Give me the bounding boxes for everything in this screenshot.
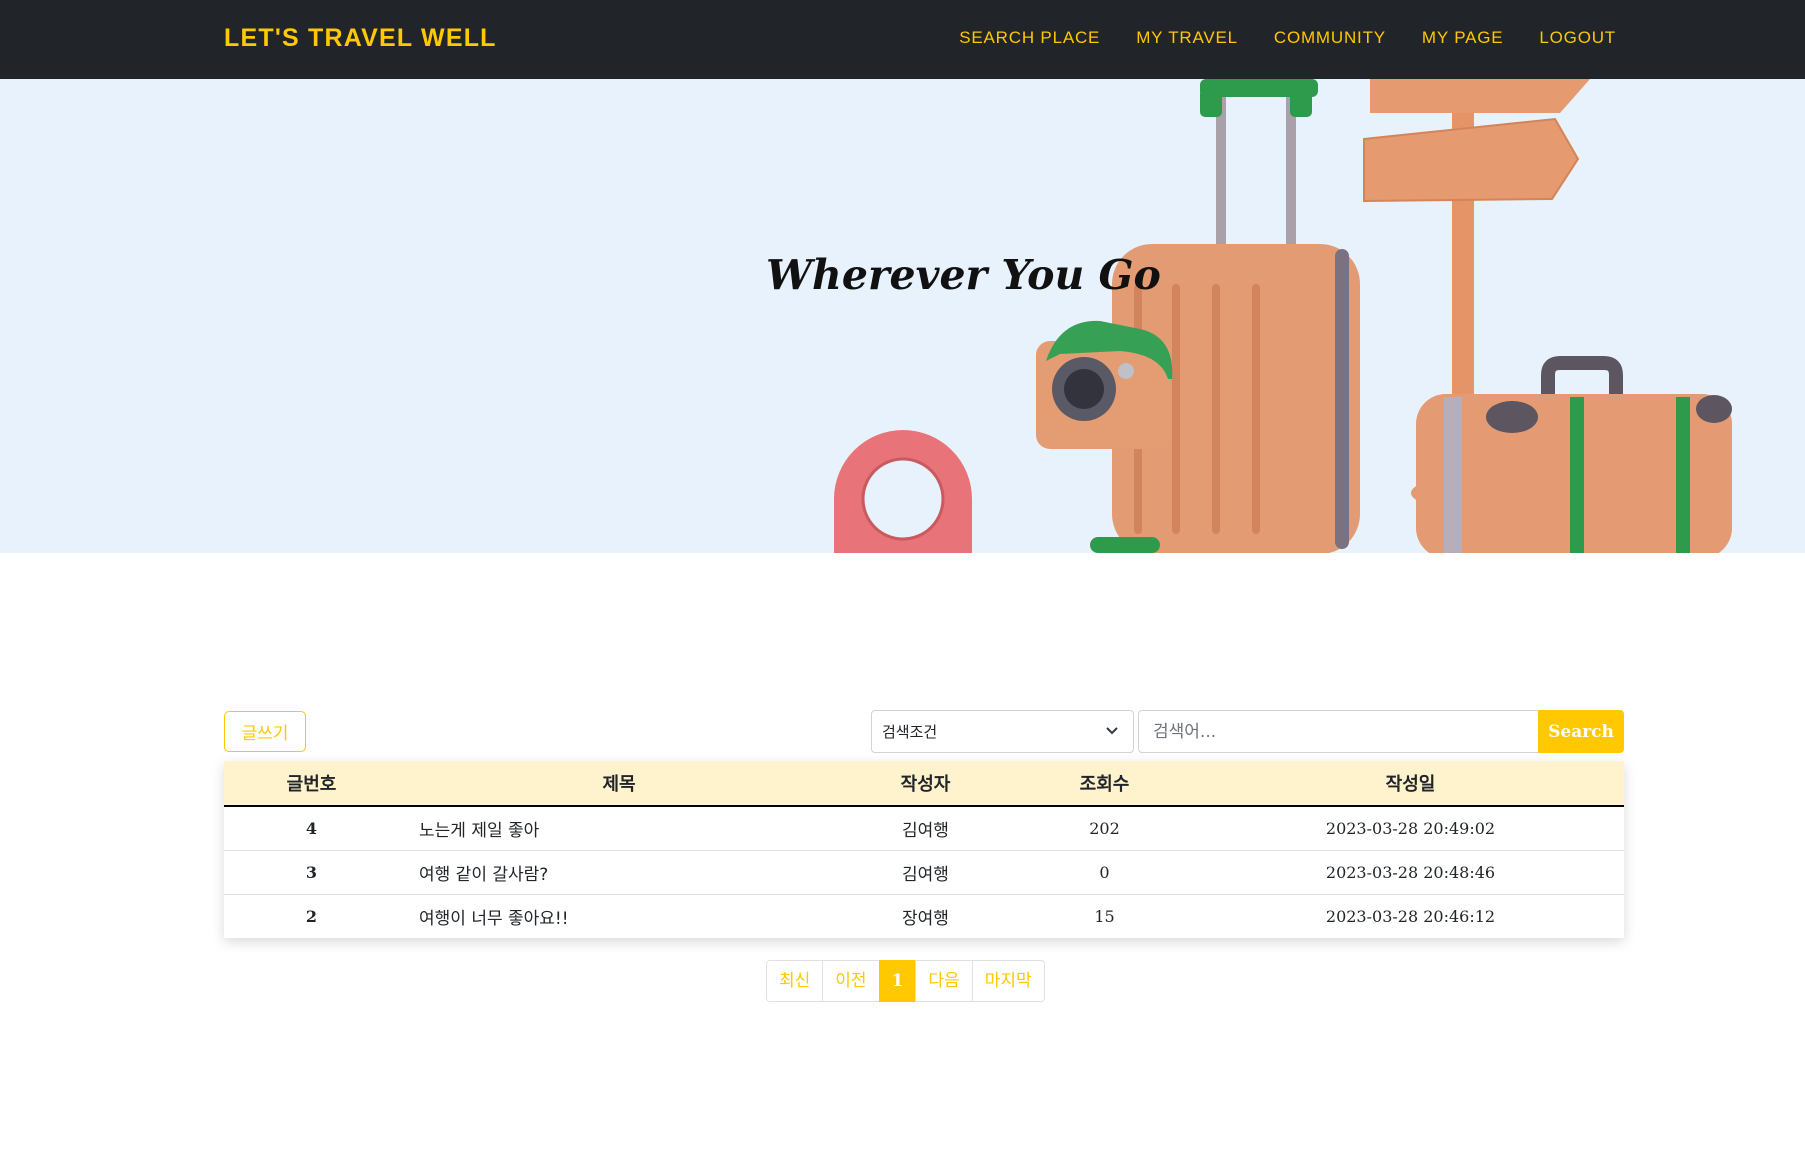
camera-icon	[1036, 320, 1173, 449]
post-number: 3	[224, 850, 399, 895]
search-condition-value: 검색조건	[882, 723, 938, 741]
pagination: 최신 이전 1 다음 마지막	[766, 960, 1045, 1002]
post-date: 2023-03-28 20:48:46	[1197, 850, 1624, 895]
table-header-row: 글번호 제목 작성자 조회수 작성일	[224, 761, 1624, 807]
chevron-down-icon	[1106, 727, 1118, 735]
page-first-link[interactable]: 최신	[766, 960, 824, 1002]
post-number: 2	[305, 906, 318, 926]
nav-community[interactable]: COMMUNITY	[1274, 28, 1386, 48]
post-table: 글번호 제목 작성자 조회수 작성일 4 노는게 제일 좋아 김여행 202 2…	[224, 761, 1624, 938]
post-views: 15	[1094, 906, 1115, 926]
post-views: 0	[1012, 850, 1197, 895]
search-condition-select[interactable]: 검색조건	[871, 710, 1134, 753]
search-keyword-input[interactable]	[1138, 710, 1538, 753]
table-row[interactable]: 3 여행 같이 갈사람? 김여행 0 2023-03-28 20:48:46	[224, 850, 1624, 895]
nav-my-page[interactable]: MY PAGE	[1422, 28, 1504, 48]
page-next-link[interactable]: 다음	[915, 960, 973, 1002]
search-button[interactable]: Search	[1538, 710, 1624, 753]
column-header-no: 글번호	[224, 761, 399, 807]
column-header-date: 작성일	[1197, 761, 1624, 807]
post-title-link[interactable]: 노는게 제일 좋아	[419, 821, 539, 841]
top-navbar: LET'S TRAVEL WELL SEARCH PLACE MY TRAVEL…	[0, 0, 1805, 79]
brand-logo[interactable]: LET'S TRAVEL WELL	[224, 24, 497, 53]
column-header-views: 조회수	[1012, 761, 1197, 807]
post-title-link[interactable]: 여행 같이 갈사람?	[419, 865, 548, 885]
nav-my-travel[interactable]: MY TRAVEL	[1136, 28, 1238, 48]
nav-links: SEARCH PLACE MY TRAVEL COMMUNITY MY PAGE…	[959, 28, 1616, 48]
nav-search-place[interactable]: SEARCH PLACE	[959, 28, 1100, 48]
table-row[interactable]: 4 노는게 제일 좋아 김여행 202 2023-03-28 20:49:02	[224, 806, 1624, 851]
hero-banner: Wherever You Go	[0, 79, 1805, 553]
nav-logout[interactable]: LOGOUT	[1539, 28, 1616, 48]
post-number: 4	[224, 806, 399, 851]
hero-title: Wherever You Go	[766, 251, 1161, 299]
page-prev-link[interactable]: 이전	[822, 960, 880, 1002]
post-views: 202	[1012, 806, 1197, 851]
suitcase-icon	[1090, 79, 1360, 553]
page-last-link[interactable]: 마지막	[971, 960, 1045, 1002]
page-current-link[interactable]: 1	[878, 960, 917, 1002]
post-author: 장여행	[902, 908, 949, 929]
post-date: 2023-03-28 20:46:12	[1325, 906, 1496, 926]
post-author: 김여행	[839, 850, 1012, 895]
post-title-link[interactable]: 여행이 너무 좋아요!!	[419, 909, 569, 929]
column-header-author: 작성자	[839, 761, 1012, 807]
table-row[interactable]: 2 여행이 너무 좋아요!! 장여행 15 2023-03-28 20:46:1…	[224, 894, 1624, 938]
travel-illustration	[834, 79, 1732, 553]
write-post-button[interactable]: 글쓰기	[224, 711, 306, 752]
location-pin-icon	[834, 430, 972, 553]
post-date: 2023-03-28 20:49:02	[1197, 806, 1624, 851]
post-author: 김여행	[839, 806, 1012, 851]
column-header-title: 제목	[399, 761, 839, 807]
